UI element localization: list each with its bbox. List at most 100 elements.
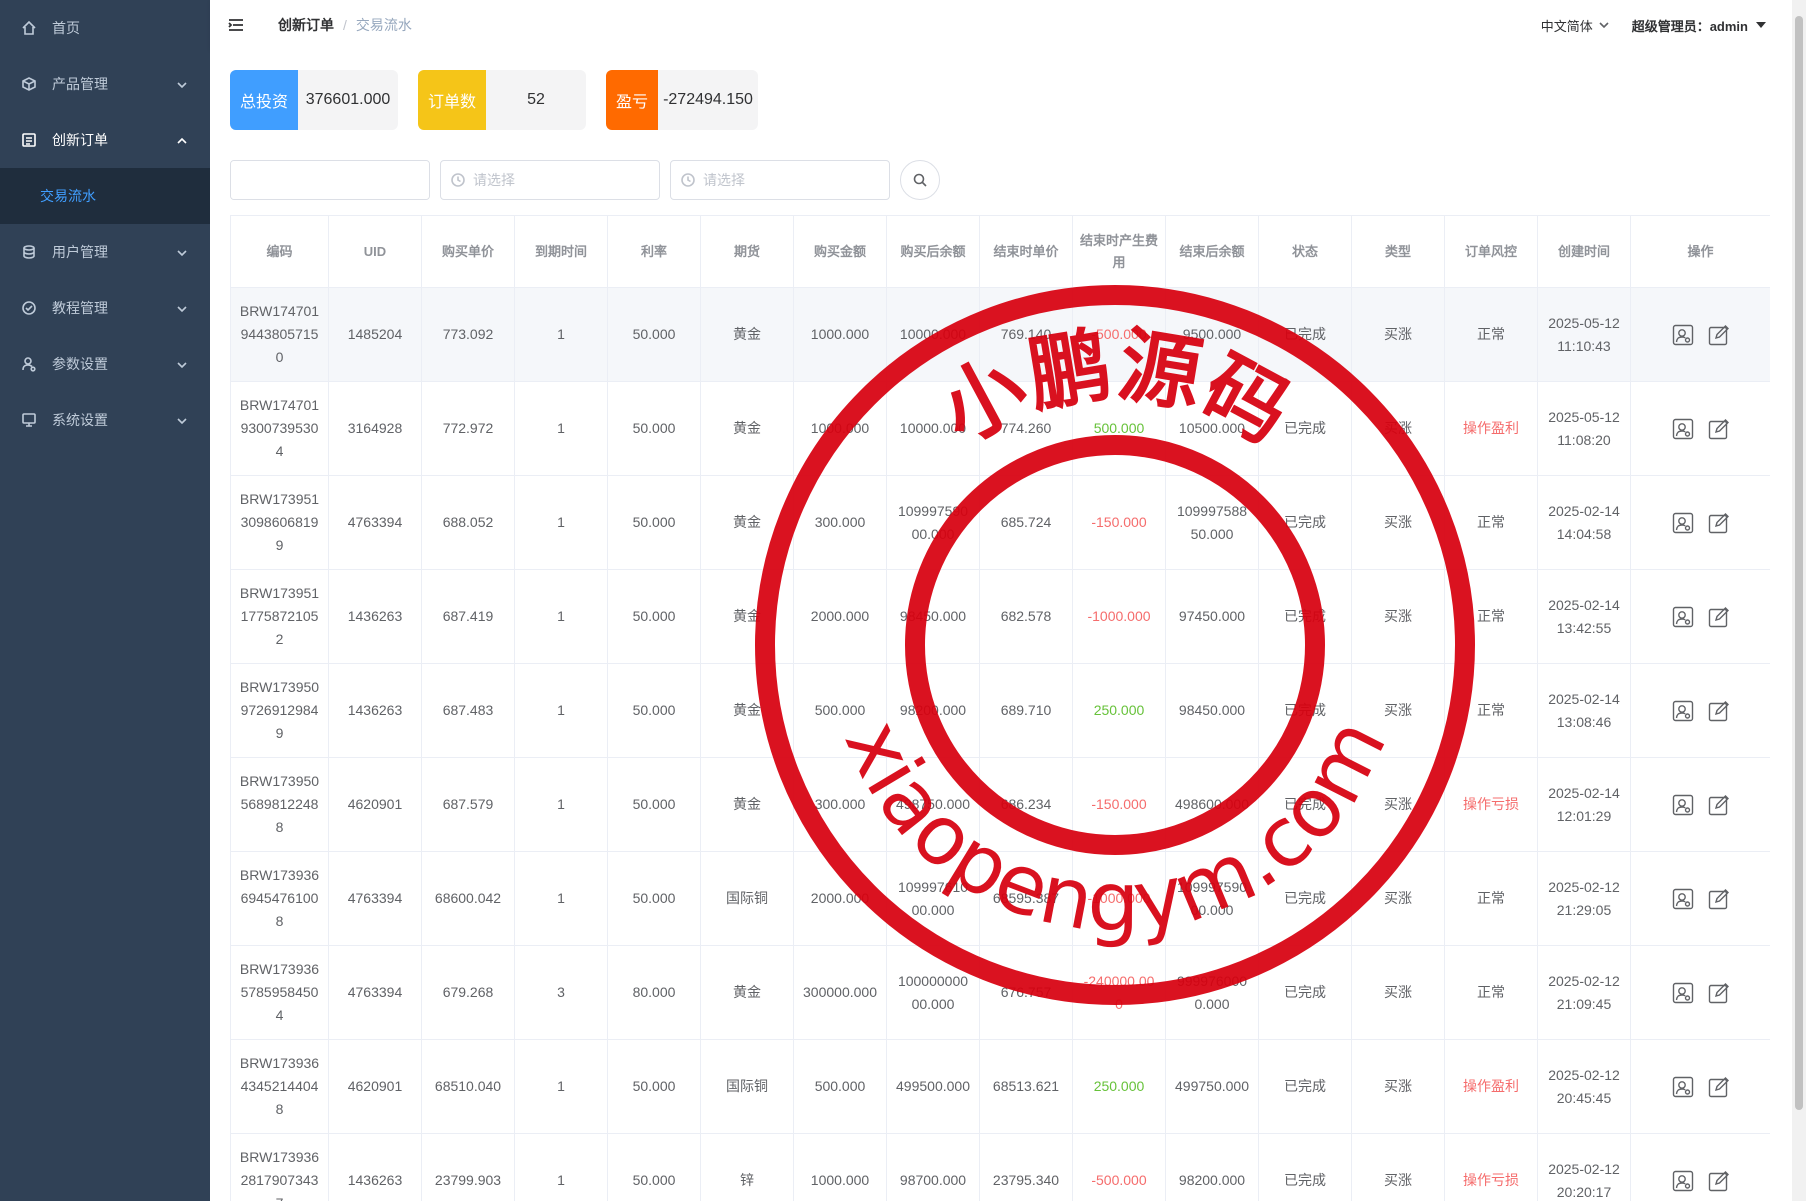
column-header: 结束后余额 bbox=[1165, 215, 1259, 288]
cell-end-balance: 9999760000.000 bbox=[1165, 945, 1259, 1040]
cell-expire-time: 1 bbox=[514, 569, 608, 664]
user-control-icon[interactable] bbox=[1672, 418, 1694, 440]
caret-down-icon bbox=[1756, 22, 1766, 28]
cell-rate: 50.000 bbox=[607, 663, 701, 758]
scrollbar-thumb[interactable] bbox=[1795, 16, 1803, 1110]
edit-icon[interactable] bbox=[1708, 888, 1730, 910]
cell-order-code: BRW17393628179073437 bbox=[230, 1133, 329, 1201]
language-select[interactable]: 中文简体 bbox=[1541, 16, 1610, 35]
cell-end-fee: 500.000 bbox=[1072, 381, 1166, 476]
edit-icon[interactable] bbox=[1708, 1170, 1730, 1192]
cell-end-price: 68513.621 bbox=[979, 1039, 1073, 1134]
top-right-area: 中文简体 超级管理员：admin bbox=[1541, 0, 1766, 50]
sidebar-item-home[interactable]: 首页 bbox=[0, 0, 210, 56]
row-actions bbox=[1639, 700, 1762, 722]
user-control-icon[interactable] bbox=[1672, 1076, 1694, 1098]
cell-end-price: 689.710 bbox=[979, 663, 1073, 758]
user-control-icon[interactable] bbox=[1672, 606, 1694, 628]
edit-icon[interactable] bbox=[1708, 1076, 1730, 1098]
column-header: 到期时间 bbox=[514, 215, 608, 288]
round-search-button[interactable] bbox=[900, 160, 940, 200]
page-scrollbar[interactable] bbox=[1792, 0, 1806, 1201]
sidebar-item-params[interactable]: 参数设置 bbox=[0, 336, 210, 392]
cell-buy-amount: 1000.000 bbox=[793, 381, 887, 476]
cell-order-code: BRW17395117758721052 bbox=[230, 569, 329, 664]
user-control-icon[interactable] bbox=[1672, 888, 1694, 910]
user-control-icon[interactable] bbox=[1672, 700, 1694, 722]
sidebar-item-system[interactable]: 系统设置 bbox=[0, 392, 210, 448]
user-control-icon[interactable] bbox=[1672, 324, 1694, 346]
cell-buy-amount: 300.000 bbox=[793, 757, 887, 852]
cell-end-price: 676.757 bbox=[979, 945, 1073, 1040]
cell-created-time: 2025-02-12 21:09:45 bbox=[1537, 945, 1631, 1040]
cell-uid: 4763394 bbox=[328, 475, 422, 570]
stat-label: 订单数 bbox=[418, 70, 486, 130]
user-control-icon[interactable] bbox=[1672, 512, 1694, 534]
user-control-icon[interactable] bbox=[1672, 1170, 1694, 1192]
sidebar-item-label: 系统设置 bbox=[52, 412, 108, 428]
cell-futures: 国际铜 bbox=[700, 851, 794, 946]
table-row: BRW17395130986068199 4763394 688.052 1 50.00… bbox=[230, 475, 1770, 570]
sidebar-item-products[interactable]: 产品管理 bbox=[0, 56, 210, 112]
user-control-icon[interactable] bbox=[1672, 982, 1694, 1004]
list-icon bbox=[20, 131, 38, 149]
cell-rate: 50.000 bbox=[607, 757, 701, 852]
edit-icon[interactable] bbox=[1708, 512, 1730, 534]
cell-type: 买涨 bbox=[1351, 1039, 1445, 1134]
cell-expire-time: 3 bbox=[514, 945, 608, 1040]
cell-futures: 黄金 bbox=[700, 663, 794, 758]
row-actions bbox=[1639, 1170, 1762, 1192]
row-actions bbox=[1639, 512, 1762, 534]
cell-buy-price: 68510.040 bbox=[421, 1039, 515, 1134]
end-date-picker[interactable]: 请选择 bbox=[670, 160, 890, 200]
cell-buy-amount: 1000.000 bbox=[793, 1133, 887, 1201]
edit-icon[interactable] bbox=[1708, 700, 1730, 722]
cell-end-fee: 250.000 bbox=[1072, 663, 1166, 758]
cell-balance-after-buy: 10000000000.000 bbox=[886, 945, 980, 1040]
cell-order-code: BRW17395130986068199 bbox=[230, 475, 329, 570]
sidebar-item-innovation-orders[interactable]: 创新订单 bbox=[0, 112, 210, 168]
clock-icon bbox=[681, 173, 695, 187]
cell-actions bbox=[1630, 663, 1770, 758]
sidebar-item-transactions[interactable]: 交易流水 bbox=[0, 168, 210, 224]
cell-status: 已完成 bbox=[1258, 381, 1352, 476]
chevron-up-icon bbox=[176, 134, 188, 146]
row-actions bbox=[1639, 982, 1762, 1004]
cell-buy-amount: 1000.000 bbox=[793, 287, 887, 382]
row-actions bbox=[1639, 888, 1762, 910]
sidebar-item-users[interactable]: 用户管理 bbox=[0, 224, 210, 280]
edit-icon[interactable] bbox=[1708, 982, 1730, 1004]
cell-end-balance: 10999758850.000 bbox=[1165, 475, 1259, 570]
search-icon bbox=[913, 173, 927, 187]
row-actions bbox=[1639, 606, 1762, 628]
cell-balance-after-buy: 10000.000 bbox=[886, 287, 980, 382]
user-dropdown[interactable]: 超级管理员：admin bbox=[1632, 16, 1766, 35]
cell-end-balance: 97450.000 bbox=[1165, 569, 1259, 664]
chevron-down-icon bbox=[1599, 22, 1609, 29]
start-date-picker[interactable]: 请选择 bbox=[440, 160, 660, 200]
menu-toggle-icon[interactable] bbox=[228, 17, 244, 33]
cell-buy-amount: 2000.000 bbox=[793, 851, 887, 946]
cell-status: 已完成 bbox=[1258, 475, 1352, 570]
sidebar-item-tutorials[interactable]: 教程管理 bbox=[0, 280, 210, 336]
search-input[interactable] bbox=[231, 161, 429, 199]
user-settings-icon bbox=[20, 355, 38, 373]
edit-icon[interactable] bbox=[1708, 794, 1730, 816]
cell-expire-time: 1 bbox=[514, 1039, 608, 1134]
breadcrumb-item[interactable]: 创新订单 bbox=[278, 15, 334, 35]
user-control-icon[interactable] bbox=[1672, 794, 1694, 816]
cell-end-price: 774.260 bbox=[979, 381, 1073, 476]
cell-risk-control: 正常 bbox=[1444, 287, 1538, 382]
cell-end-balance: 9500.000 bbox=[1165, 287, 1259, 382]
edit-icon[interactable] bbox=[1708, 324, 1730, 346]
cell-futures: 黄金 bbox=[700, 757, 794, 852]
edit-icon[interactable] bbox=[1708, 418, 1730, 440]
cell-uid: 3164928 bbox=[328, 381, 422, 476]
cell-end-price: 682.578 bbox=[979, 569, 1073, 664]
edit-icon[interactable] bbox=[1708, 606, 1730, 628]
cell-uid: 4620901 bbox=[328, 1039, 422, 1134]
table-container: 编码 UID 购买单价 到期时间 利率 期货 购买金额 购买后余额 结束时单价 结束时产生费用 结束… bbox=[230, 215, 1770, 1201]
cell-rate: 50.000 bbox=[607, 1133, 701, 1201]
cell-buy-price: 687.483 bbox=[421, 663, 515, 758]
cell-type: 买涨 bbox=[1351, 381, 1445, 476]
